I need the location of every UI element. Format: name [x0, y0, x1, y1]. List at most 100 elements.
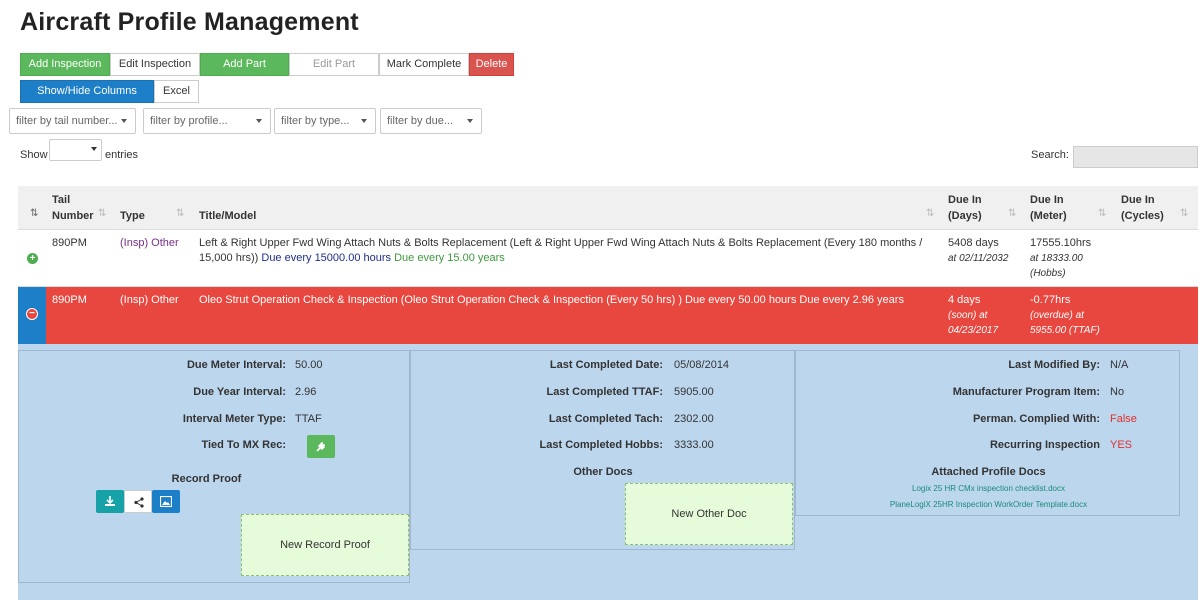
chevron-down-icon [91, 147, 97, 151]
table-header: ⇅ Tail Number ⇅ Type ⇅ Title/Model ⇅ Due… [18, 186, 1198, 230]
filter-tail-number-label: filter by tail number... [16, 115, 118, 127]
row-title-cont: 15,000 hrs)) [199, 252, 259, 264]
due-meter-interval-value: 50.00 [295, 359, 323, 371]
tied-to-mx-button[interactable] [307, 435, 335, 458]
recurring-inspection-label: Recurring Inspection [989, 439, 1100, 451]
row-due-days-date: at 02/11/2032 [948, 253, 1009, 264]
row-title: Left & Right Upper Fwd Wing Attach Nuts … [199, 236, 929, 266]
column-tail-number[interactable]: Tail Number [52, 192, 94, 224]
filter-profile[interactable]: filter by profile... [143, 108, 271, 134]
due-meter-interval-label: Due Meter Interval: [186, 359, 286, 371]
filter-due-label: filter by due... [387, 115, 454, 127]
row-due-meter-overdue: (overdue) at [1030, 310, 1084, 321]
column-due-in-meter-line1: Due In [1030, 194, 1064, 206]
last-modified-by-value: N/A [1110, 359, 1129, 371]
mark-complete-button[interactable]: Mark Complete [379, 53, 469, 76]
new-other-doc-dropzone[interactable]: New Other Doc [625, 483, 793, 545]
row-due-days: 5408 days at 02/11/2032 [948, 236, 1008, 266]
edit-inspection-button[interactable]: Edit Inspection [110, 53, 200, 76]
sort-icon[interactable]: ⇅ [1098, 208, 1106, 219]
attached-doc-link[interactable]: PlaneLogiX 25HR Inspection WorkOrder Tem… [836, 500, 1141, 509]
other-docs-label: Other Docs [573, 466, 633, 478]
show-hide-columns-button[interactable]: Show/Hide Columns [20, 80, 154, 103]
detail-column-intervals: Due Meter Interval: 50.00 Due Year Inter… [18, 350, 410, 583]
last-completed-hobbs-value: 3333.00 [674, 439, 714, 451]
excel-button[interactable]: Excel [154, 80, 199, 103]
row-due-days-soon: (soon) at [948, 310, 988, 321]
due-year-interval-label: Due Year Interval: [193, 386, 286, 398]
column-due-in-days[interactable]: Due In (Days) [948, 192, 982, 224]
sort-icon[interactable]: ⇅ [30, 208, 38, 219]
row-due-meter-type: (Hobbs) [1030, 268, 1066, 279]
column-due-in-meter-line2: (Meter) [1030, 210, 1067, 222]
download-button[interactable] [96, 490, 124, 513]
row-due-meter: 17555.10hrs at 18333.00 (Hobbs) [1030, 236, 1091, 281]
attached-doc-link[interactable]: Logix 25 HR CMx inspection checklist.doc… [836, 484, 1141, 493]
table-row-selected[interactable]: − 890PM (Insp) Other Oleo Strut Operatio… [18, 287, 1198, 344]
detail-column-last-completed: Last Completed Date: 05/08/2014 Last Com… [410, 350, 795, 550]
plus-circle-icon[interactable]: + [27, 253, 38, 264]
due-year-interval-value: 2.96 [295, 386, 317, 398]
column-due-in-cycles-line1: Due In [1121, 194, 1155, 206]
row-expander[interactable]: − [18, 287, 46, 344]
sort-icon[interactable]: ⇅ [176, 208, 184, 219]
row-tail-number: 890PM [52, 237, 87, 249]
column-due-in-days-line1: Due In [948, 194, 982, 206]
manufacturer-program-item-value: No [1110, 386, 1125, 398]
column-type[interactable]: Type [120, 208, 145, 224]
last-completed-date-value: 05/08/2014 [674, 359, 730, 371]
last-completed-date-label: Last Completed Date: [549, 359, 663, 371]
row-due-days-date: 04/23/2017 [948, 325, 999, 336]
chevron-down-icon [361, 119, 367, 123]
chevron-down-icon [467, 119, 473, 123]
image-icon [160, 496, 172, 507]
row-due-meter-value: 17555.10hrs [1030, 237, 1092, 249]
row-due-days-value: 5408 days [948, 237, 999, 249]
search-label: Search: [1031, 149, 1069, 161]
column-due-in-cycles[interactable]: Due In (Cycles) [1121, 192, 1164, 224]
column-due-in-meter[interactable]: Due In (Meter) [1030, 192, 1067, 224]
row-type: (Insp) Other [120, 294, 179, 306]
row-title-main: Left & Right Upper Fwd Wing Attach Nuts … [199, 237, 923, 249]
image-button[interactable] [152, 490, 180, 513]
chevron-down-icon [121, 119, 127, 123]
delete-button[interactable]: Delete [469, 53, 514, 76]
row-detail-panel: Due Meter Interval: 50.00 Due Year Inter… [18, 344, 1198, 600]
column-tail-number-line1: Tail [52, 194, 71, 206]
filter-due[interactable]: filter by due... [380, 108, 482, 134]
edit-part-button[interactable]: Edit Part [289, 53, 379, 76]
row-due-days-value: 4 days [948, 294, 981, 306]
perman-complied-with-value: False [1110, 413, 1137, 425]
recurring-inspection-value: YES [1110, 439, 1133, 451]
detail-column-profile: Last Modified By: N/A Manufacturer Progr… [795, 350, 1180, 516]
column-title-model[interactable]: Title/Model [199, 208, 256, 224]
filter-type[interactable]: filter by type... [274, 108, 376, 134]
row-tail-number: 890PM [52, 294, 87, 306]
filter-tail-number[interactable]: filter by tail number... [9, 108, 136, 134]
filter-profile-label: filter by profile... [150, 115, 228, 127]
row-due-days: 4 days (soon) at 04/23/2017 [948, 293, 998, 338]
column-due-in-days-line2: (Days) [948, 210, 982, 222]
add-inspection-button[interactable]: Add Inspection [20, 53, 110, 76]
search-input[interactable] [1073, 146, 1198, 168]
row-due-hours: Due every 15000.00 hours [261, 252, 392, 264]
minus-circle-icon[interactable]: − [26, 308, 38, 320]
attached-profile-docs-label: Attached Profile Docs [931, 466, 1046, 478]
perman-complied-with-label: Perman. Complied With: [972, 413, 1100, 425]
last-completed-ttaf-value: 5905.00 [674, 386, 714, 398]
row-due-meter-type: 5955.00 (TTAF) [1030, 325, 1100, 336]
row-title: Oleo Strut Operation Check & Inspection … [199, 294, 904, 306]
plug-icon [316, 442, 326, 452]
add-part-button[interactable]: Add Part [200, 53, 289, 76]
sort-icon[interactable]: ⇅ [926, 208, 934, 219]
sort-icon[interactable]: ⇅ [1008, 208, 1016, 219]
entries-select[interactable] [49, 139, 102, 161]
share-button[interactable] [124, 490, 152, 513]
entries-label: entries [105, 149, 139, 161]
filter-type-label: filter by type... [281, 115, 350, 127]
sort-icon[interactable]: ⇅ [1180, 208, 1188, 219]
new-record-proof-dropzone[interactable]: New Record Proof [241, 514, 409, 576]
column-due-in-cycles-line2: (Cycles) [1121, 210, 1164, 222]
table-row[interactable]: + 890PM (Insp) Other Left & Right Upper … [18, 230, 1198, 287]
sort-icon[interactable]: ⇅ [98, 208, 106, 219]
